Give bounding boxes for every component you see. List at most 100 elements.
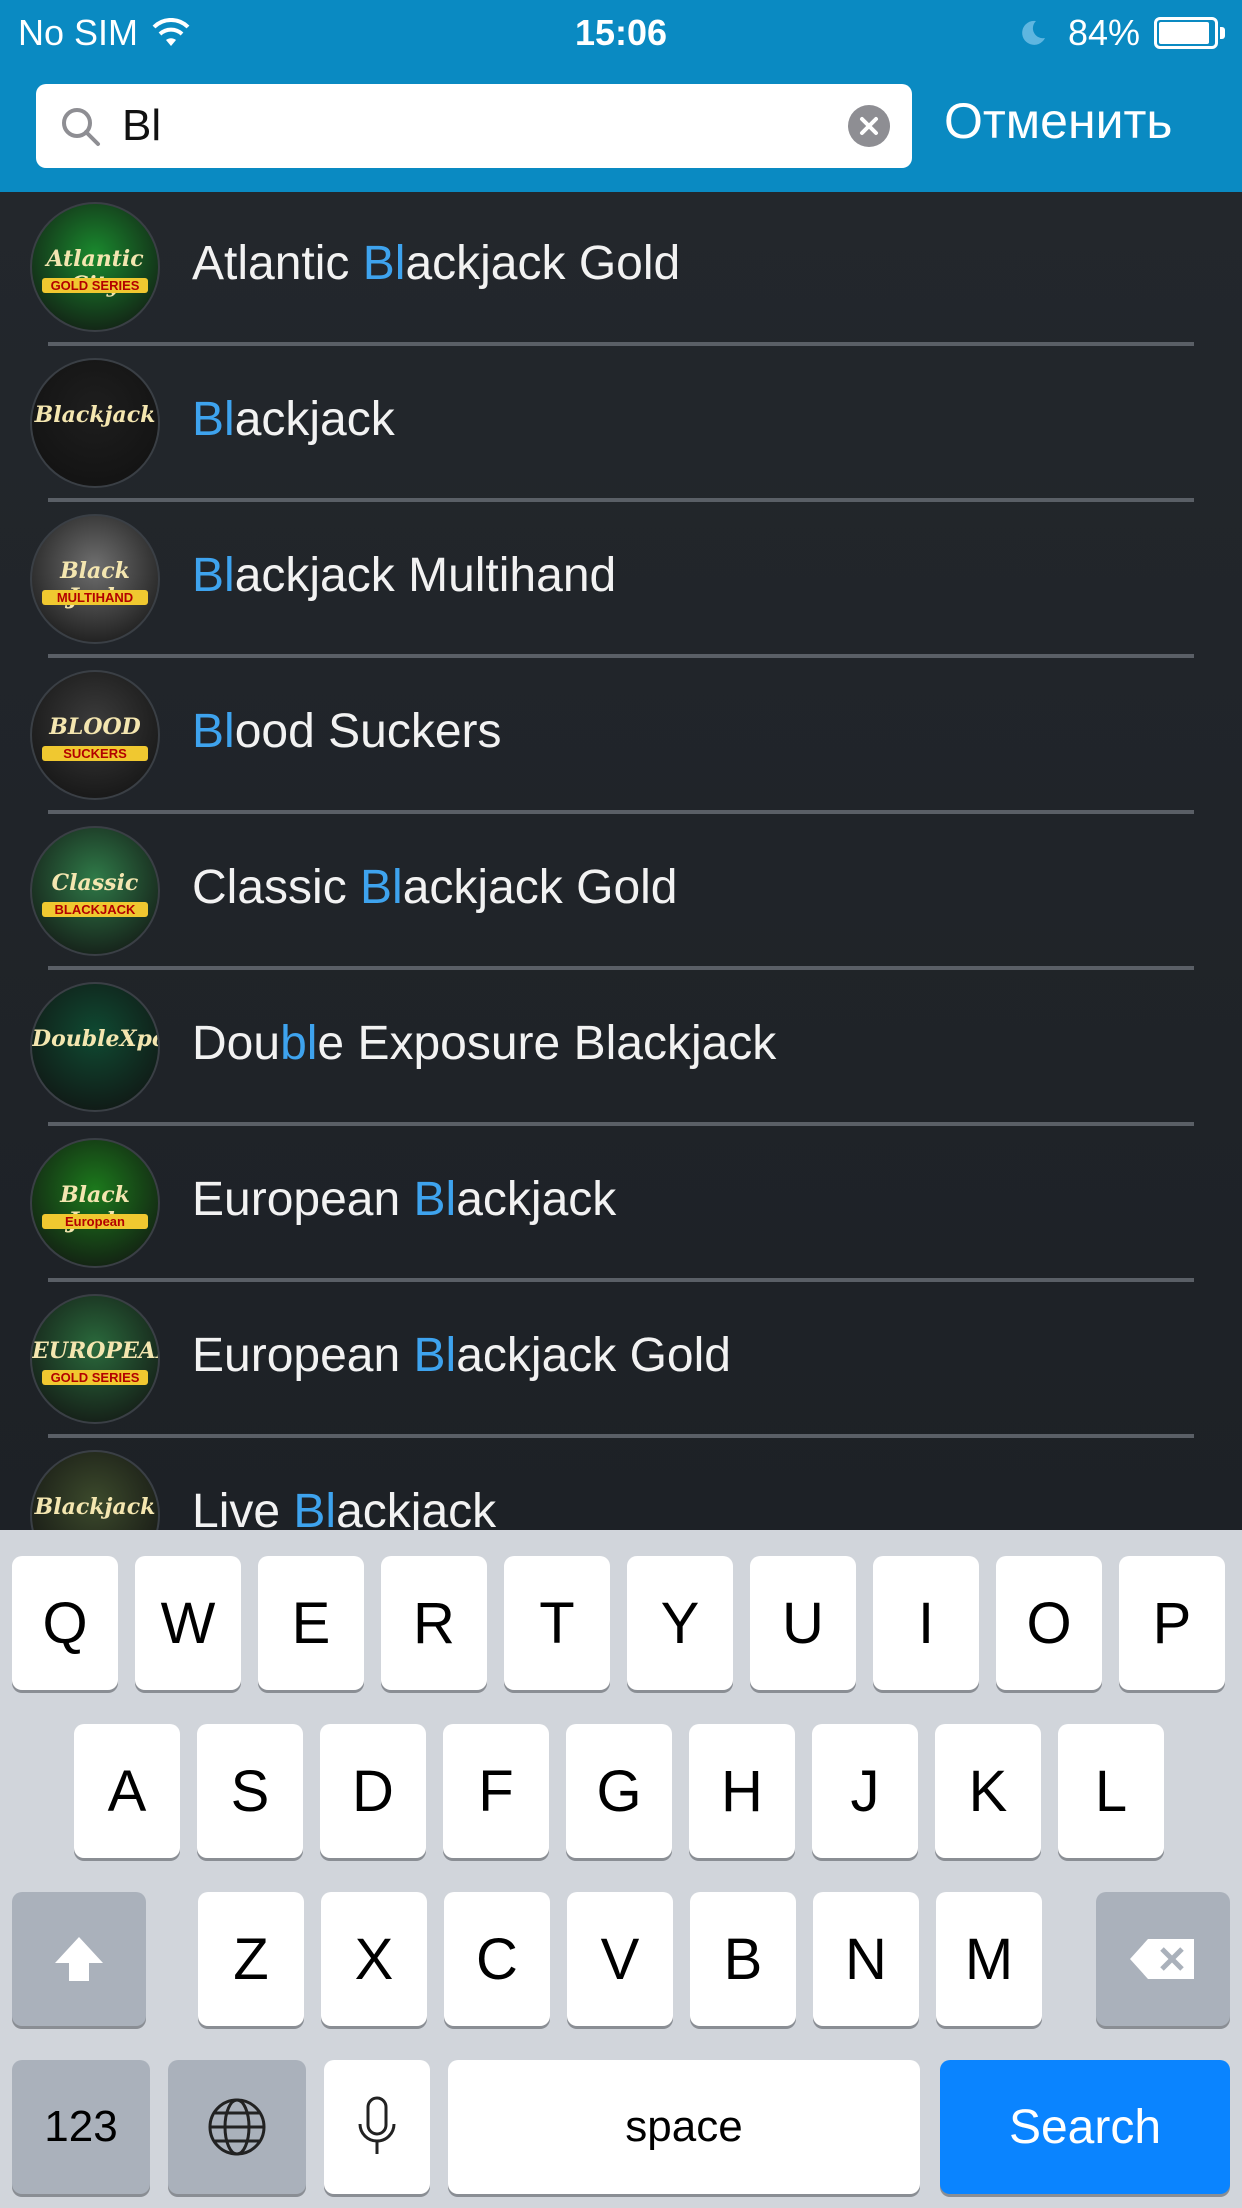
name-suffix: ackjack — [336, 1485, 497, 1530]
thumbnail-logo-subtext: BLACKJACK — [42, 902, 148, 917]
key-k[interactable]: K — [935, 1724, 1041, 1858]
thumbnail-logo-subtext: MULTIHAND — [42, 590, 148, 605]
shift-icon — [55, 1937, 103, 1981]
search-icon — [62, 108, 100, 146]
microphone-icon — [358, 2096, 396, 2154]
key-g[interactable]: G — [566, 1724, 672, 1858]
key-c[interactable]: C — [444, 1892, 550, 2026]
key-o[interactable]: O — [996, 1556, 1102, 1690]
key-v[interactable]: V — [567, 1892, 673, 2026]
row-divider — [48, 1434, 1194, 1438]
name-match-highlight: Bl — [362, 237, 406, 290]
key-a[interactable]: A — [74, 1724, 180, 1858]
backspace-key[interactable] — [1096, 1892, 1230, 2026]
clear-text-button[interactable] — [848, 105, 890, 147]
thumbnail-logo-subtext: GOLD SERIES — [42, 278, 148, 293]
thumbnail-logo-text: DoubleXposure — [32, 1026, 158, 1052]
globe-icon — [208, 2098, 266, 2156]
key-h[interactable]: H — [689, 1724, 795, 1858]
name-suffix: ood Suckers — [234, 705, 502, 758]
game-thumbnail: BLOOD SUCKERS — [30, 670, 160, 800]
game-thumbnail: Black JackEuropean — [30, 1138, 160, 1268]
name-match-highlight: Bl — [413, 1173, 457, 1226]
list-item[interactable]: Blackjack Live Blackjack — [0, 1440, 1242, 1530]
key-f[interactable]: F — [443, 1724, 549, 1858]
key-i[interactable]: I — [873, 1556, 979, 1690]
game-name: Classic Blackjack Gold — [192, 860, 678, 915]
backspace-icon — [1130, 1939, 1194, 1979]
status-right: 84% — [1018, 12, 1226, 54]
key-s[interactable]: S — [197, 1724, 303, 1858]
game-name: Blackjack Multihand — [192, 548, 616, 603]
list-item[interactable]: Blackjack Blackjack — [0, 348, 1242, 504]
battery-icon — [1154, 17, 1226, 49]
game-name: Live Blackjack — [192, 1484, 496, 1530]
battery-percent: 84% — [1067, 12, 1140, 53]
key-n[interactable]: N — [813, 1892, 919, 2026]
key-r[interactable]: R — [381, 1556, 487, 1690]
key-t[interactable]: T — [504, 1556, 610, 1690]
dictation-key[interactable] — [324, 2060, 430, 2194]
name-match-highlight: Bl — [413, 1329, 457, 1382]
key-j[interactable]: J — [812, 1724, 918, 1858]
row-divider — [48, 966, 1194, 970]
name-suffix: ackjack Gold — [456, 1329, 731, 1382]
cancel-button[interactable]: Отменить — [944, 92, 1172, 150]
search-results-list[interactable]: Atlantic CityGOLD SERIESAtlantic Blackja… — [0, 192, 1242, 1530]
list-item[interactable]: DoubleXposure Double Exposure Blackjack — [0, 972, 1242, 1128]
row-divider — [48, 1278, 1194, 1282]
game-name: European Blackjack Gold — [192, 1328, 731, 1383]
thumbnail-logo-subtext: GOLD SERIES — [42, 1370, 148, 1385]
search-input[interactable] — [122, 84, 862, 168]
list-item[interactable]: EUROPEAN GOLD SERIES European Blackjack Go… — [0, 1284, 1242, 1440]
list-item[interactable]: Black JackEuropean European Blackjack — [0, 1128, 1242, 1284]
key-z[interactable]: Z — [198, 1892, 304, 2026]
game-name: Blackjack — [192, 392, 395, 447]
search-bar[interactable] — [36, 84, 912, 168]
game-thumbnail: Blackjack — [30, 358, 160, 488]
key-x[interactable]: X — [321, 1892, 427, 2026]
space-key[interactable]: space — [448, 2060, 920, 2194]
name-match-highlight: bl — [280, 1017, 318, 1070]
top-bar: No SIM 15:06 84% Bl Отменить — [0, 0, 1242, 192]
name-suffix: ackjack Gold — [402, 861, 678, 914]
do-not-disturb-moon-icon — [1022, 20, 1045, 45]
name-match-highlight: Bl — [360, 861, 403, 914]
game-name: Double Exposure Blackjack — [192, 1016, 776, 1071]
key-y[interactable]: Y — [627, 1556, 733, 1690]
name-suffix: ackjack — [456, 1173, 617, 1226]
key-p[interactable]: P — [1119, 1556, 1225, 1690]
shift-key[interactable] — [12, 1892, 146, 2026]
thumbnail-logo-text: Classic — [51, 870, 139, 896]
thumbnail-logo-subtext: SUCKERS — [42, 746, 148, 761]
name-prefix: European — [192, 1173, 414, 1226]
list-item[interactable]: BLOOD SUCKERS Blood Suckers — [0, 660, 1242, 816]
game-name: Atlantic Blackjack Gold — [192, 236, 680, 291]
list-item[interactable]: Atlantic CityGOLD SERIES Atlantic Blackja… — [0, 192, 1242, 348]
key-q[interactable]: Q — [12, 1556, 118, 1690]
row-divider — [48, 654, 1194, 658]
key-m[interactable]: M — [936, 1892, 1042, 2026]
thumbnail-logo-text: EUROPEAN — [32, 1338, 158, 1364]
key-u[interactable]: U — [750, 1556, 856, 1690]
key-d[interactable]: D — [320, 1724, 426, 1858]
thumbnail-logo-text: Blackjack — [34, 402, 156, 428]
key-l[interactable]: L — [1058, 1724, 1164, 1858]
name-prefix: Classic — [192, 861, 361, 914]
game-thumbnail: Blackjack — [30, 1450, 160, 1530]
name-suffix: e Exposure Blackjack — [317, 1017, 777, 1070]
globe-key[interactable] — [168, 2060, 306, 2194]
keyboard: Q W E R T Y U I O P A S D F G H J K L Z X C V B N M 123 space Search — [0, 1530, 1242, 2208]
key-b[interactable]: B — [690, 1892, 796, 2026]
row-divider — [48, 498, 1194, 502]
name-prefix: Dou — [192, 1017, 281, 1070]
game-thumbnail: DoubleXposure — [30, 982, 160, 1112]
numbers-key[interactable]: 123 — [12, 2060, 150, 2194]
search-key[interactable]: Search — [940, 2060, 1230, 2194]
list-item[interactable]: Classic BLACKJACK Classic Blackjack Gold — [0, 816, 1242, 972]
list-item[interactable]: Black JackMULTIHAND Blackjack Multihand — [0, 504, 1242, 660]
name-prefix: Atlantic — [192, 237, 363, 290]
row-divider — [48, 810, 1194, 814]
key-e[interactable]: E — [258, 1556, 364, 1690]
key-w[interactable]: W — [135, 1556, 241, 1690]
